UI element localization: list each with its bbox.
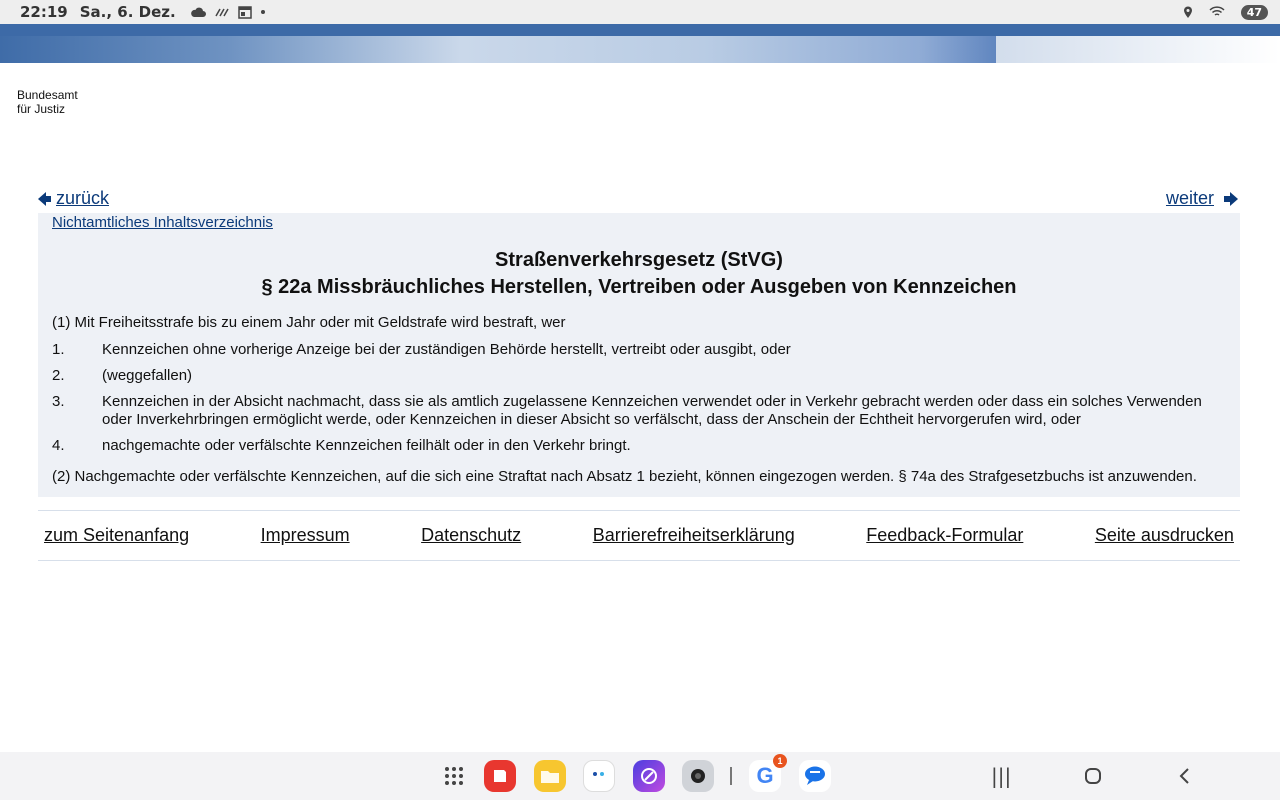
paragraph-1: (1) Mit Freiheitsstrafe bis zu einem Jah… [52, 314, 566, 331]
list-item-number: 2. [52, 367, 65, 384]
paragraph-2: (2) Nachgemachte oder verfälschte Kennze… [52, 468, 1197, 485]
arrow-left-icon [38, 191, 51, 206]
status-right: 47 [1183, 4, 1268, 20]
footer-link-print[interactable]: Seite ausdrucken [1095, 525, 1234, 546]
back-link[interactable]: zurück [56, 188, 109, 209]
footer-links: zum Seitenanfang Impressum Datenschutz B… [38, 510, 1240, 561]
home-icon[interactable] [1084, 766, 1102, 790]
wifi-icon [1209, 6, 1225, 18]
list-item: 1. Kennzeichen ohne vorherige Anzeige be… [52, 341, 1232, 359]
list-item: 4. nachgemachte oder verfälschte Kennzei… [52, 437, 1232, 455]
nav-back[interactable]: zurück [38, 188, 109, 209]
files-app-icon[interactable] [534, 760, 566, 792]
google-app-icon[interactable]: G 1 [749, 754, 787, 792]
browser-app-icon[interactable] [633, 760, 665, 792]
header-band [0, 24, 1280, 36]
logo-line-1: Bundesamt [17, 88, 78, 102]
page-title: Straßenverkehrsgesetz (StVG) § 22a Missb… [38, 247, 1240, 301]
calendar-icon [237, 5, 252, 19]
logo-line-2: für Justiz [17, 102, 66, 116]
footer-link-impressum[interactable]: Impressum [261, 525, 350, 546]
footer-link-top[interactable]: zum Seitenanfang [44, 525, 189, 546]
nav-next[interactable]: weiter [1166, 188, 1238, 209]
logo-bundesamt[interactable]: Bundesamt für Justiz [17, 88, 78, 116]
taskbar-divider [730, 767, 732, 785]
notification-dot-icon [260, 9, 266, 15]
haze-icon [214, 7, 230, 18]
list-item-number: 3. [52, 393, 65, 410]
list-item-number: 4. [52, 437, 65, 454]
next-link[interactable]: weiter [1166, 188, 1214, 209]
footer-link-feedback[interactable]: Feedback-Formular [866, 525, 1023, 546]
app-drawer-icon[interactable] [445, 767, 463, 785]
recent-apps-icon[interactable]: ||| [991, 764, 1011, 788]
toc-link[interactable]: Nichtamtliches Inhaltsverzeichnis [52, 214, 273, 231]
notification-badge: 1 [773, 754, 787, 768]
location-icon [1183, 6, 1193, 19]
back-icon[interactable] [1178, 766, 1190, 790]
messages-app-icon[interactable] [799, 760, 831, 792]
notes-app-icon[interactable] [484, 760, 516, 792]
status-date: Sa., 6. Dez. [79, 3, 176, 21]
arrow-right-icon [1224, 191, 1238, 206]
header-gradient [0, 36, 1280, 63]
footer-link-datenschutz[interactable]: Datenschutz [421, 525, 521, 546]
battery-indicator: 47 [1240, 4, 1268, 20]
list-item-number: 1. [52, 341, 65, 358]
list-item-text: Kennzeichen in der Absicht nachmacht, da… [102, 393, 1202, 428]
footer-link-accessibility[interactable]: Barrierefreiheitserklärung [593, 525, 795, 546]
android-taskbar: G 1 ||| [0, 752, 1280, 800]
toc: Nichtamtliches Inhaltsverzeichnis [52, 214, 273, 231]
status-time: 22:19 [20, 3, 68, 21]
law-title: Straßenverkehrsgesetz (StVG) [495, 249, 783, 271]
cloud-icon [190, 7, 206, 18]
list-item: 3. Kennzeichen in der Absicht nachmacht,… [52, 393, 1232, 429]
section-title: § 22a Missbräuchliches Herstellen, Vertr… [261, 276, 1017, 298]
list-item-text: nachgemachte oder verfälschte Kennzeiche… [102, 437, 631, 454]
store-app-icon[interactable] [583, 760, 615, 792]
list-item-text: Kennzeichen ohne vorherige Anzeige bei d… [102, 341, 791, 358]
list-item: 2. (weggefallen) [52, 367, 1232, 385]
law-content: Nichtamtliches Inhaltsverzeichnis Straße… [38, 213, 1240, 497]
list-item-text: (weggefallen) [102, 367, 193, 384]
status-bar: 22:19 Sa., 6. Dez. 47 [0, 0, 1280, 24]
camera-app-icon[interactable] [682, 760, 714, 792]
